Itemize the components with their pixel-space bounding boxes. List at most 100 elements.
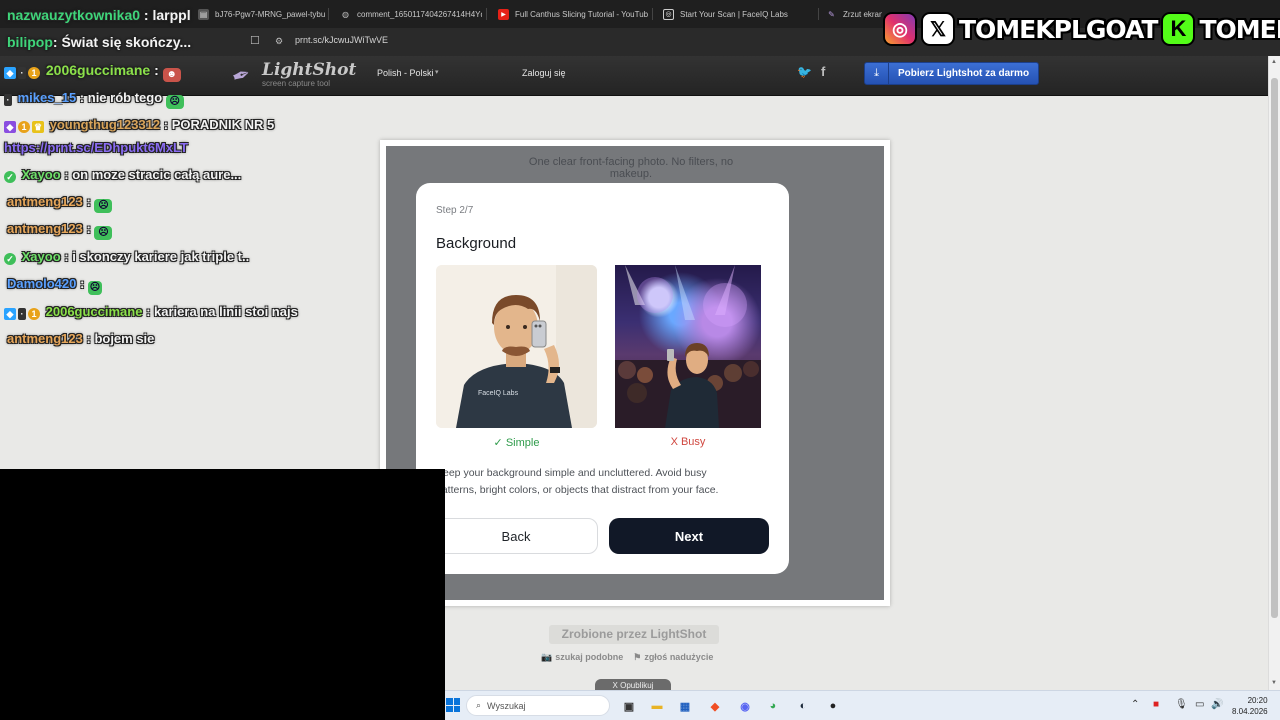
url-text[interactable]: prnt.sc/kJcwuJWiTwVE bbox=[295, 35, 388, 45]
chat-message: antmeng123 : bojem sie bbox=[7, 331, 154, 346]
busy-background-example bbox=[615, 265, 761, 428]
page-icon: ▤ bbox=[198, 8, 209, 20]
discord-icon[interactable]: ◉ bbox=[735, 696, 755, 716]
windows-taskbar: ⌕ Wyszukaj ▣ ▬ ▦ ◆ ◉ ◕ ◐ ● ⌃ ■ 🎙 ▭ 🔊 20:… bbox=[445, 690, 1280, 720]
chevron-up-icon[interactable]: ⌃ bbox=[1131, 699, 1139, 710]
language-select[interactable]: Polish - Polski bbox=[377, 68, 434, 78]
obs-icon[interactable]: ● bbox=[823, 696, 843, 716]
chat-separator: : bbox=[76, 90, 88, 105]
logo-title[interactable]: LightShot bbox=[262, 60, 356, 80]
background-page-text: One clear front-facing photo. No filters… bbox=[491, 156, 771, 180]
background-text-line: One clear front-facing photo. No filters… bbox=[528, 156, 734, 168]
made-by-lightshot[interactable]: Zrobione przez LightShot bbox=[549, 625, 719, 644]
busy-label: X Busy bbox=[670, 436, 706, 448]
modal-title: Background bbox=[436, 235, 517, 252]
screenshot-image: One clear front-facing photo. No filters… bbox=[386, 146, 884, 600]
x-icon: 𝕏 bbox=[921, 12, 955, 46]
brave-icon[interactable]: ◆ bbox=[705, 696, 725, 716]
tab-4[interactable]: ◎ Start Your Scan | FaceIQ Labs bbox=[655, 4, 815, 24]
tab-2[interactable]: ◍ comment_1650117404267414H4Ydez bbox=[332, 4, 482, 24]
next-button[interactable]: Next bbox=[609, 518, 769, 554]
chrome-icon[interactable]: ◕ bbox=[763, 696, 783, 716]
volume-icon[interactable]: 🔊 bbox=[1211, 699, 1223, 710]
site-info-icon[interactable]: ⚙ bbox=[275, 36, 283, 47]
chat-message: Damolo420 : ☹ bbox=[7, 276, 102, 295]
taskbar-search[interactable]: ⌕ Wyszukaj bbox=[466, 695, 610, 716]
image-actions: 📷 szukaj podobne ⚑ zgłoś nadużycie bbox=[541, 652, 713, 663]
tab-3[interactable]: ▶ Full Canthus Slicing Tutorial - YouTub… bbox=[490, 4, 648, 24]
back-button[interactable]: Back bbox=[434, 518, 598, 554]
task-view-icon[interactable]: ▣ bbox=[619, 696, 639, 716]
report-link[interactable]: ⚑ zgłoś nadużycie bbox=[633, 652, 713, 663]
search-similar-link[interactable]: 📷 szukaj podobne bbox=[541, 652, 623, 663]
background-step-modal: Step 2/7 Background FaceIQ Labs ✓ Simple… bbox=[416, 183, 789, 574]
clock-date: 8.04.2026 bbox=[1232, 707, 1268, 716]
scroll-thumb[interactable] bbox=[1271, 78, 1278, 618]
chat-separator: : bbox=[60, 249, 73, 264]
microphone-icon[interactable]: 🎙 bbox=[1175, 699, 1188, 710]
chat-username: mikes_15 bbox=[17, 90, 77, 105]
chat-separator: : bbox=[76, 276, 88, 291]
tab-5[interactable]: ✎ Zrzut ekranu bbox=[818, 4, 882, 24]
scroll-up-icon[interactable]: ▲ bbox=[1271, 59, 1277, 65]
tab-1[interactable]: ▤ bJ76-Pgw7-MRNG_pawel-tyburski bbox=[190, 4, 325, 24]
streamer-social-overlay: ◎ 𝕏 TOMEKPLGOAT K TOMEKPL bbox=[883, 8, 1280, 50]
step-indicator: Step 2/7 bbox=[436, 205, 474, 216]
chat-username: Damolo420 bbox=[7, 276, 77, 291]
chat-message: ◆ · 1 2006guccimane : kariera na linii sto… bbox=[4, 304, 298, 320]
steam-icon[interactable]: ◐ bbox=[793, 696, 813, 716]
chat-username: antmeng123 bbox=[7, 331, 83, 346]
instagram-icon: ◎ bbox=[883, 12, 917, 46]
folder-icon[interactable]: ▬ bbox=[647, 696, 667, 716]
download-button[interactable]: ⤓ Pobierz Lightshot za darmo bbox=[864, 62, 1039, 85]
sub-badge-icon: 1 bbox=[18, 121, 30, 133]
store-icon[interactable]: ▦ bbox=[675, 696, 695, 716]
chat-message: antmeng123 : ☹ bbox=[7, 194, 113, 213]
bookmark-icon[interactable]: ☐ bbox=[250, 34, 260, 47]
cube-badge-icon: ◆ bbox=[4, 67, 16, 79]
cube-badge-icon: ◆ bbox=[4, 308, 16, 320]
logo-subtitle: screen capture tool bbox=[262, 79, 331, 88]
chat-separator: : bbox=[142, 304, 155, 319]
sub-badge-icon: 1 bbox=[28, 308, 40, 320]
chat-text: i skonczy kariere jak triple t.. bbox=[72, 249, 250, 264]
chat-message: ✓ Xayoo : i skonczy kariere jak triple t… bbox=[4, 249, 249, 265]
chat-username: 2006guccimane bbox=[45, 62, 151, 78]
verified-badge-icon: ✓ bbox=[4, 253, 16, 265]
scroll-down-icon[interactable]: ▼ bbox=[1271, 680, 1277, 686]
chevron-down-icon[interactable]: ▾ bbox=[435, 68, 439, 76]
youtube-icon: ▶ bbox=[498, 8, 509, 20]
x-handle: TOMEKPLGOAT bbox=[959, 14, 1158, 44]
chat-separator: : bbox=[82, 221, 95, 236]
chat-text: larppl bbox=[152, 7, 191, 23]
page-scrollbar[interactable]: ▲ ▼ bbox=[1268, 56, 1280, 690]
emote-icon: ☹ bbox=[94, 226, 113, 240]
app-tray-icon[interactable]: ■ bbox=[1153, 699, 1159, 710]
description-line: patterns, bright colors, or objects that… bbox=[436, 484, 719, 496]
tab-label: bJ76-Pgw7-MRNG_pawel-tyburski bbox=[215, 9, 325, 19]
search-placeholder: Wyszukaj bbox=[487, 700, 526, 711]
lightshot-header: ✒ LightShot screen capture tool Polish -… bbox=[0, 56, 1280, 96]
chat-text: on moze stracic całą aure... bbox=[72, 167, 242, 182]
webcam-overlay-area bbox=[0, 469, 445, 720]
sub-badge-icon: 1 bbox=[28, 67, 40, 79]
twitter-icon[interactable]: 🐦 bbox=[797, 65, 812, 79]
chat-link[interactable]: https://prnt.sc/EDhpukt6MxLT bbox=[4, 140, 188, 155]
chat-username: Xayoo bbox=[21, 167, 61, 182]
windows-start-icon[interactable] bbox=[446, 698, 460, 712]
chat-message: ◆ 1 ♛ youngthug123312 : PORADNIK NR 5 bbox=[4, 117, 274, 133]
background-text-line: makeup. bbox=[609, 168, 653, 180]
chat-separator: : bbox=[150, 62, 163, 78]
facebook-icon[interactable]: f bbox=[821, 64, 825, 79]
emote-icon: ☻ bbox=[162, 68, 181, 82]
login-link[interactable]: Zaloguj się bbox=[522, 68, 566, 78]
faceiq-icon: ◎ bbox=[663, 8, 674, 20]
tab-label: Zrzut ekranu bbox=[843, 9, 882, 19]
description-line: Keep your background simple and unclutte… bbox=[436, 467, 707, 479]
camera-icon: 📷 bbox=[541, 652, 553, 662]
person-illustration: FaceIQ Labs bbox=[436, 265, 597, 428]
network-icon[interactable]: ▭ bbox=[1195, 699, 1204, 710]
system-clock[interactable]: 20:20 8.04.2026 bbox=[1232, 695, 1268, 717]
kick-icon: K bbox=[1161, 12, 1196, 46]
globe-icon: ◍ bbox=[342, 9, 349, 19]
